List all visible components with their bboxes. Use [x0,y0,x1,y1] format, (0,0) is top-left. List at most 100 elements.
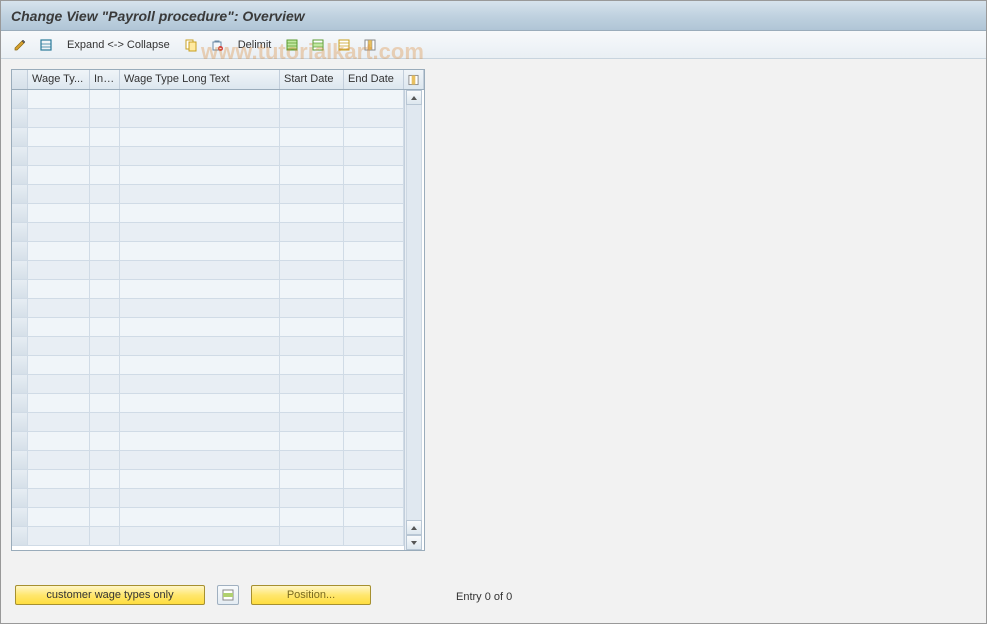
table-cell[interactable] [344,261,404,280]
table-cell[interactable] [280,109,344,128]
delete-icon[interactable] [206,35,228,55]
table-row[interactable] [12,394,404,413]
table-cell[interactable] [344,356,404,375]
table-cell[interactable] [120,470,280,489]
table-cell[interactable] [28,508,90,527]
table-cell[interactable] [12,90,28,109]
scrollbar-track[interactable] [406,105,422,520]
table-cell[interactable] [344,242,404,261]
table-cell[interactable] [28,337,90,356]
table-row[interactable] [12,280,404,299]
table-cell[interactable] [12,223,28,242]
table-cell[interactable] [12,432,28,451]
table-cell[interactable] [344,337,404,356]
table-row[interactable] [12,147,404,166]
table-cell[interactable] [28,394,90,413]
table-cell[interactable] [12,470,28,489]
table-row[interactable] [12,451,404,470]
table-cell[interactable] [12,280,28,299]
table-cell[interactable] [12,185,28,204]
table-cell[interactable] [12,242,28,261]
table-row[interactable] [12,356,404,375]
table-cell[interactable] [280,90,344,109]
table-cell[interactable] [28,109,90,128]
table-cell[interactable] [280,413,344,432]
select-all-icon[interactable] [281,35,303,55]
table-cell[interactable] [120,432,280,451]
table-cell[interactable] [120,261,280,280]
table-cell[interactable] [120,318,280,337]
table-cell[interactable] [90,394,120,413]
table-cell[interactable] [90,508,120,527]
table-cell[interactable] [280,261,344,280]
table-cell[interactable] [12,337,28,356]
table-cell[interactable] [120,413,280,432]
table-cell[interactable] [28,185,90,204]
table-cell[interactable] [120,242,280,261]
table-cell[interactable] [28,527,90,546]
table-cell[interactable] [90,185,120,204]
copy-icon[interactable] [180,35,202,55]
table-cell[interactable] [90,223,120,242]
table-row[interactable] [12,261,404,280]
table-cell[interactable] [90,489,120,508]
table-cell[interactable] [344,413,404,432]
table-cell[interactable] [28,166,90,185]
table-cell[interactable] [90,356,120,375]
table-cell[interactable] [344,147,404,166]
table-cell[interactable] [28,128,90,147]
table-cell[interactable] [28,318,90,337]
table-cell[interactable] [120,109,280,128]
customer-wage-types-button[interactable]: customer wage types only [15,585,205,605]
table-cell[interactable] [120,394,280,413]
table-cell[interactable] [12,147,28,166]
table-cell[interactable] [90,318,120,337]
table-cell[interactable] [90,413,120,432]
table-row[interactable] [12,413,404,432]
table-cell[interactable] [344,527,404,546]
delimit-button[interactable]: Delimit [232,35,278,55]
table-cell[interactable] [28,356,90,375]
table-config-button[interactable] [404,70,424,89]
column-selector[interactable] [12,70,28,89]
scroll-down-arrow[interactable] [406,535,422,550]
table-row[interactable] [12,527,404,546]
table-cell[interactable] [344,280,404,299]
table-cell[interactable] [280,489,344,508]
table-cell[interactable] [12,318,28,337]
table-cell[interactable] [120,527,280,546]
table-cell[interactable] [120,489,280,508]
table-cell[interactable] [90,470,120,489]
table-cell[interactable] [344,375,404,394]
table-cell[interactable] [120,375,280,394]
table-cell[interactable] [280,356,344,375]
table-row[interactable] [12,204,404,223]
table-cell[interactable] [12,166,28,185]
table-cell[interactable] [28,413,90,432]
table-cell[interactable] [344,432,404,451]
table-cell[interactable] [120,166,280,185]
table-row[interactable] [12,90,404,109]
table-row[interactable] [12,185,404,204]
table-cell[interactable] [90,299,120,318]
table-cell[interactable] [28,204,90,223]
table-cell[interactable] [280,451,344,470]
table-cell[interactable] [280,223,344,242]
table-row[interactable] [12,375,404,394]
expand-collapse-button[interactable]: Expand <-> Collapse [61,35,176,55]
table-cell[interactable] [280,242,344,261]
column-inf[interactable]: Inf... [90,70,120,89]
table-cell[interactable] [280,318,344,337]
table-cell[interactable] [90,166,120,185]
table-cell[interactable] [120,280,280,299]
table-cell[interactable] [90,527,120,546]
table-cell[interactable] [280,128,344,147]
table-cell[interactable] [28,299,90,318]
table-cell[interactable] [280,280,344,299]
table-row[interactable] [12,242,404,261]
table-cell[interactable] [12,356,28,375]
table-cell[interactable] [12,451,28,470]
table-row[interactable] [12,470,404,489]
table-row[interactable] [12,318,404,337]
table-cell[interactable] [344,128,404,147]
